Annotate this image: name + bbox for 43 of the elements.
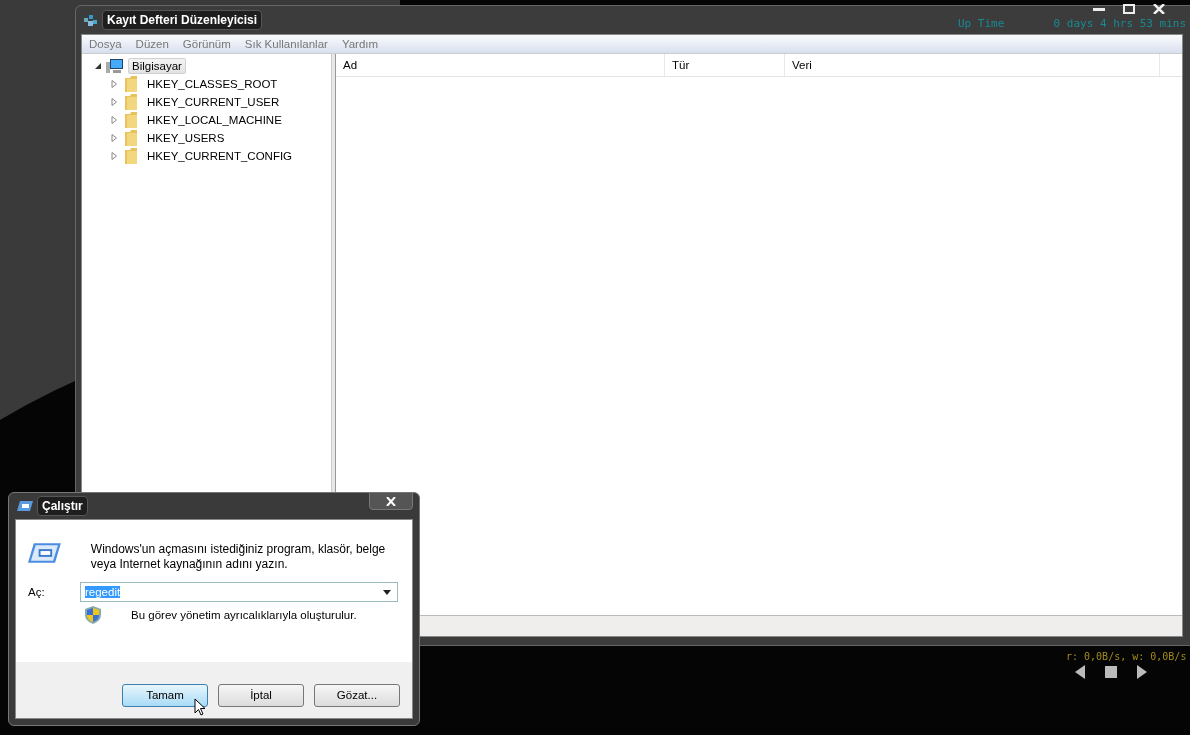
- folder-icon: [124, 94, 138, 110]
- tree-item[interactable]: HKEY_CLASSES_ROOT: [144, 77, 281, 91]
- instruction-text: Windows'un açmasını istediğiniz program, klasör, belge veya Internet kaynağının adını yazın.: [90, 542, 387, 572]
- window-title: Çalıştır: [37, 496, 88, 516]
- tree-item[interactable]: HKEY_CURRENT_USER: [144, 95, 283, 109]
- maximize-icon[interactable]: [1123, 4, 1135, 14]
- disk-io-reading: r: 0,0B/s, w: 0,0B/s: [1066, 651, 1187, 662]
- folder-icon: [124, 112, 138, 128]
- close-icon[interactable]: [1153, 4, 1165, 14]
- tree-item[interactable]: HKEY_CURRENT_CONFIG: [144, 149, 296, 163]
- mouse-pointer-icon: [194, 698, 206, 716]
- run-icon: [17, 500, 33, 512]
- close-button[interactable]: [369, 492, 413, 510]
- window-title: Kayıt Defteri Düzenleyicisi: [102, 10, 263, 30]
- menu-item[interactable]: Düzen: [135, 38, 169, 50]
- tree-item[interactable]: Bilgisayar: [128, 58, 186, 74]
- gadget-value: 0 days 4 hrs 53 mins: [1053, 16, 1186, 30]
- column-header[interactable]: Ad: [336, 54, 665, 76]
- folder-icon: [124, 148, 138, 164]
- shield-icon: [85, 606, 101, 624]
- open-label: Aç:: [28, 586, 46, 598]
- tree-item[interactable]: HKEY_LOCAL_MACHINE: [144, 113, 285, 127]
- dialog-button[interactable]: İptal: [218, 683, 304, 707]
- dialog-button[interactable]: Tamam: [122, 683, 208, 707]
- expander-icon[interactable]: [94, 62, 102, 70]
- computer-icon: [106, 58, 124, 74]
- menu-item[interactable]: Dosya: [89, 38, 122, 50]
- gadget-label: Up Time: [958, 16, 1005, 30]
- column-header[interactable]: Tür: [665, 54, 785, 76]
- tree-item[interactable]: HKEY_USERS: [144, 131, 228, 145]
- admin-note: Bu görev yönetim ayrıcalıklarıyla oluşturulur.: [131, 609, 357, 621]
- previous-icon[interactable]: [1075, 665, 1085, 679]
- dialog-button[interactable]: Gözat...: [314, 683, 400, 707]
- registry-icon: [82, 12, 98, 28]
- column-header[interactable]: Veri: [785, 54, 1160, 76]
- run-icon: [28, 542, 61, 564]
- folder-icon: [124, 76, 138, 92]
- menu-item[interactable]: Sık Kullanılanlar: [244, 38, 328, 50]
- next-icon[interactable]: [1137, 665, 1147, 679]
- folder-icon: [124, 130, 138, 146]
- menu-item[interactable]: Görünüm: [182, 38, 231, 50]
- menu-item[interactable]: Yardım: [341, 38, 379, 50]
- close-icon: [386, 496, 396, 506]
